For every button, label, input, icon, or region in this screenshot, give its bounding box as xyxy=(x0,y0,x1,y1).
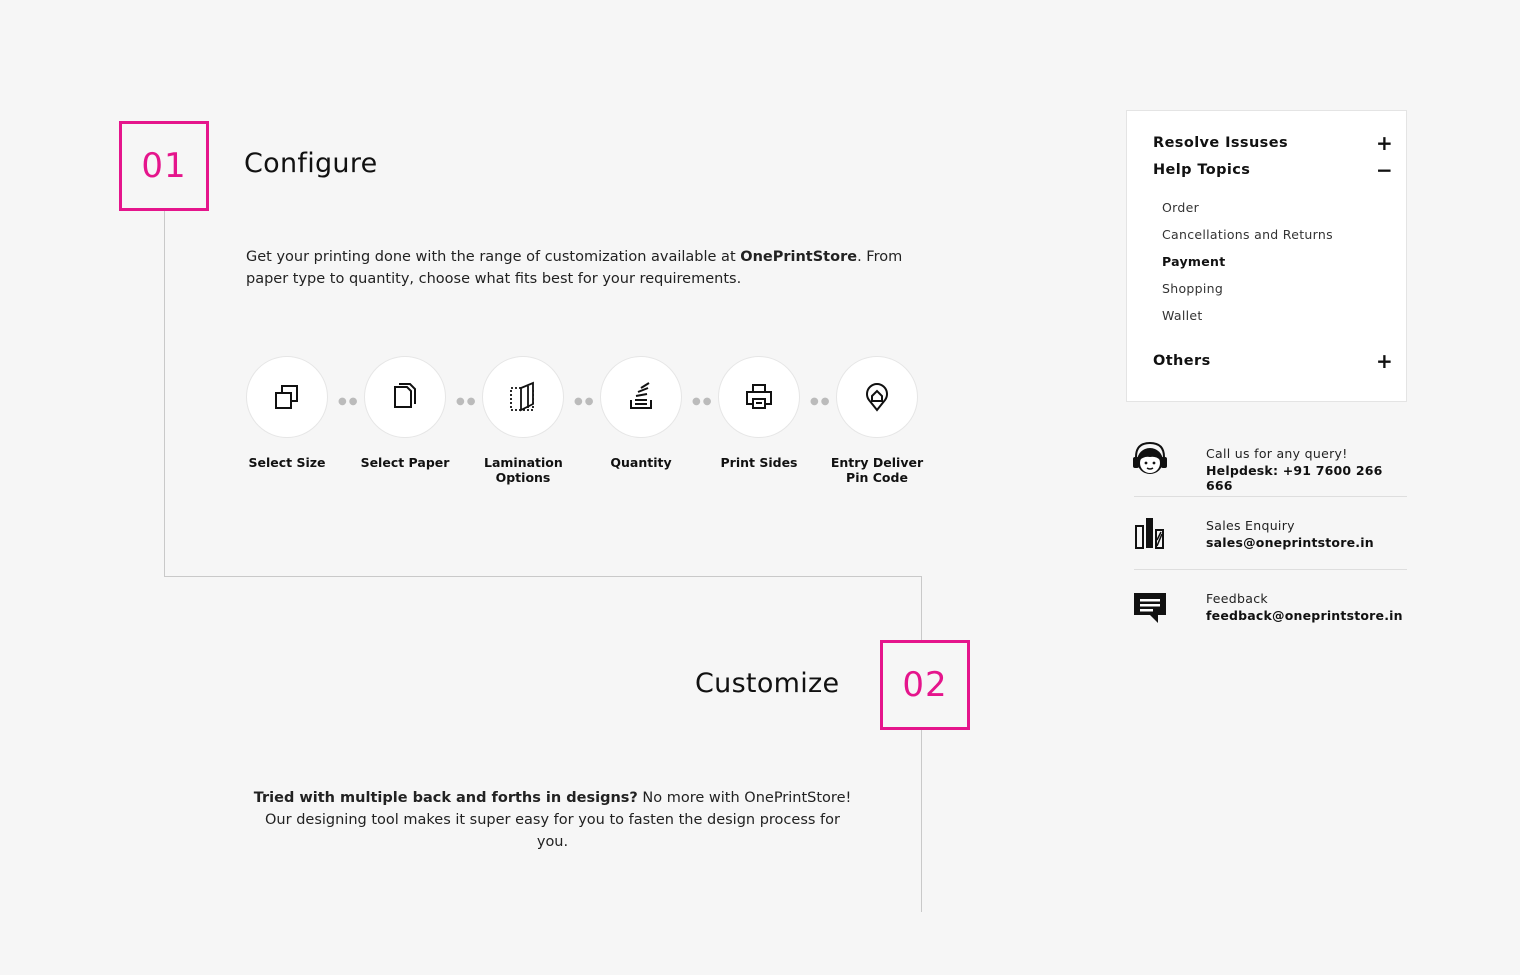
topic-payment[interactable]: Payment xyxy=(1162,254,1226,269)
option-print-sides[interactable]: Print Sides xyxy=(700,356,818,470)
step-number-02: 02 xyxy=(880,640,970,730)
lamination-icon xyxy=(510,381,534,412)
option-select-paper[interactable]: Select Paper xyxy=(346,356,464,470)
connector-line-vertical-1 xyxy=(164,210,165,577)
option-lamination[interactable]: Lamination Options xyxy=(464,356,582,485)
contact-feedback: Feedback feedback@oneprintstore.in xyxy=(1128,583,1407,655)
accordion-resolve-issues[interactable]: Resolve Issuses + xyxy=(1153,131,1393,155)
printer-icon xyxy=(746,384,772,409)
configure-description-pre: Get your printing done with the range of… xyxy=(246,249,741,265)
contact-line1: Feedback xyxy=(1206,591,1268,606)
connector-line-horizontal xyxy=(164,576,922,577)
accordion-label: Others xyxy=(1153,353,1211,369)
accordion-others[interactable]: Others + xyxy=(1153,349,1393,373)
brand-name: OnePrintStore xyxy=(740,249,858,265)
connector-line-vertical-2 xyxy=(921,576,922,642)
expand-plus-icon[interactable]: + xyxy=(1376,131,1393,155)
configure-description: Get your printing done with the range of… xyxy=(246,246,906,290)
collapse-minus-icon[interactable]: − xyxy=(1376,158,1393,182)
option-circle[interactable] xyxy=(600,356,682,438)
topic-shopping[interactable]: Shopping xyxy=(1162,281,1223,296)
step-title-customize: Customize xyxy=(695,668,840,699)
connector-line-vertical-3 xyxy=(921,729,922,912)
location-pin-home-icon xyxy=(866,383,888,412)
option-quantity[interactable]: Quantity xyxy=(582,356,700,470)
option-circle[interactable] xyxy=(836,356,918,438)
feedback-email-link[interactable]: feedback@oneprintstore.in xyxy=(1206,608,1403,623)
option-circle[interactable] xyxy=(718,356,800,438)
topic-cancellations-returns[interactable]: Cancellations and Returns xyxy=(1162,227,1333,242)
option-label: Entry Deliver Pin Code xyxy=(830,455,924,485)
topic-order[interactable]: Order xyxy=(1162,200,1199,215)
customize-description: Tried with multiple back and forths in d… xyxy=(250,787,855,853)
copy-size-icon xyxy=(275,385,298,409)
helpdesk-phone[interactable]: Helpdesk: +91 7600 266 666 xyxy=(1206,463,1407,493)
option-label: Lamination Options xyxy=(484,455,563,485)
accordion-help-topics[interactable]: Help Topics − xyxy=(1153,158,1393,182)
option-pin-code[interactable]: Entry Deliver Pin Code xyxy=(818,356,936,485)
step-title-configure: Configure xyxy=(244,148,378,179)
accordion-label: Help Topics xyxy=(1153,162,1251,178)
option-label: Select Paper xyxy=(360,455,450,470)
option-label: Quantity xyxy=(610,455,672,470)
headset-agent-icon xyxy=(1128,438,1172,482)
quantity-stack-icon xyxy=(630,382,652,409)
help-panel: Resolve Issuses + Help Topics − Order Ca… xyxy=(1126,110,1407,402)
contact-helpdesk: Call us for any query! Helpdesk: +91 760… xyxy=(1128,438,1407,510)
option-circle[interactable] xyxy=(246,356,328,438)
expand-plus-icon[interactable]: + xyxy=(1376,349,1393,373)
customize-description-bold: Tried with multiple back and forths in d… xyxy=(253,790,638,806)
option-circle[interactable] xyxy=(364,356,446,438)
contact-line1: Call us for any query! xyxy=(1206,446,1348,461)
option-label: Print Sides xyxy=(720,455,798,470)
option-select-size[interactable]: Select Size xyxy=(228,356,346,470)
option-circle[interactable] xyxy=(482,356,564,438)
feedback-chat-icon xyxy=(1128,583,1172,627)
accordion-label: Resolve Issuses xyxy=(1153,135,1288,151)
contact-sales: Sales Enquiry sales@oneprintstore.in xyxy=(1128,510,1407,582)
option-label: Select Size xyxy=(248,455,326,470)
topic-wallet[interactable]: Wallet xyxy=(1162,308,1203,323)
sales-chart-icon xyxy=(1128,510,1172,554)
sales-email-link[interactable]: sales@oneprintstore.in xyxy=(1206,535,1374,550)
contact-line1: Sales Enquiry xyxy=(1206,518,1295,533)
divider xyxy=(1134,496,1407,497)
divider xyxy=(1134,569,1407,570)
step-number-01: 01 xyxy=(119,121,209,211)
paper-stack-icon xyxy=(394,383,416,408)
